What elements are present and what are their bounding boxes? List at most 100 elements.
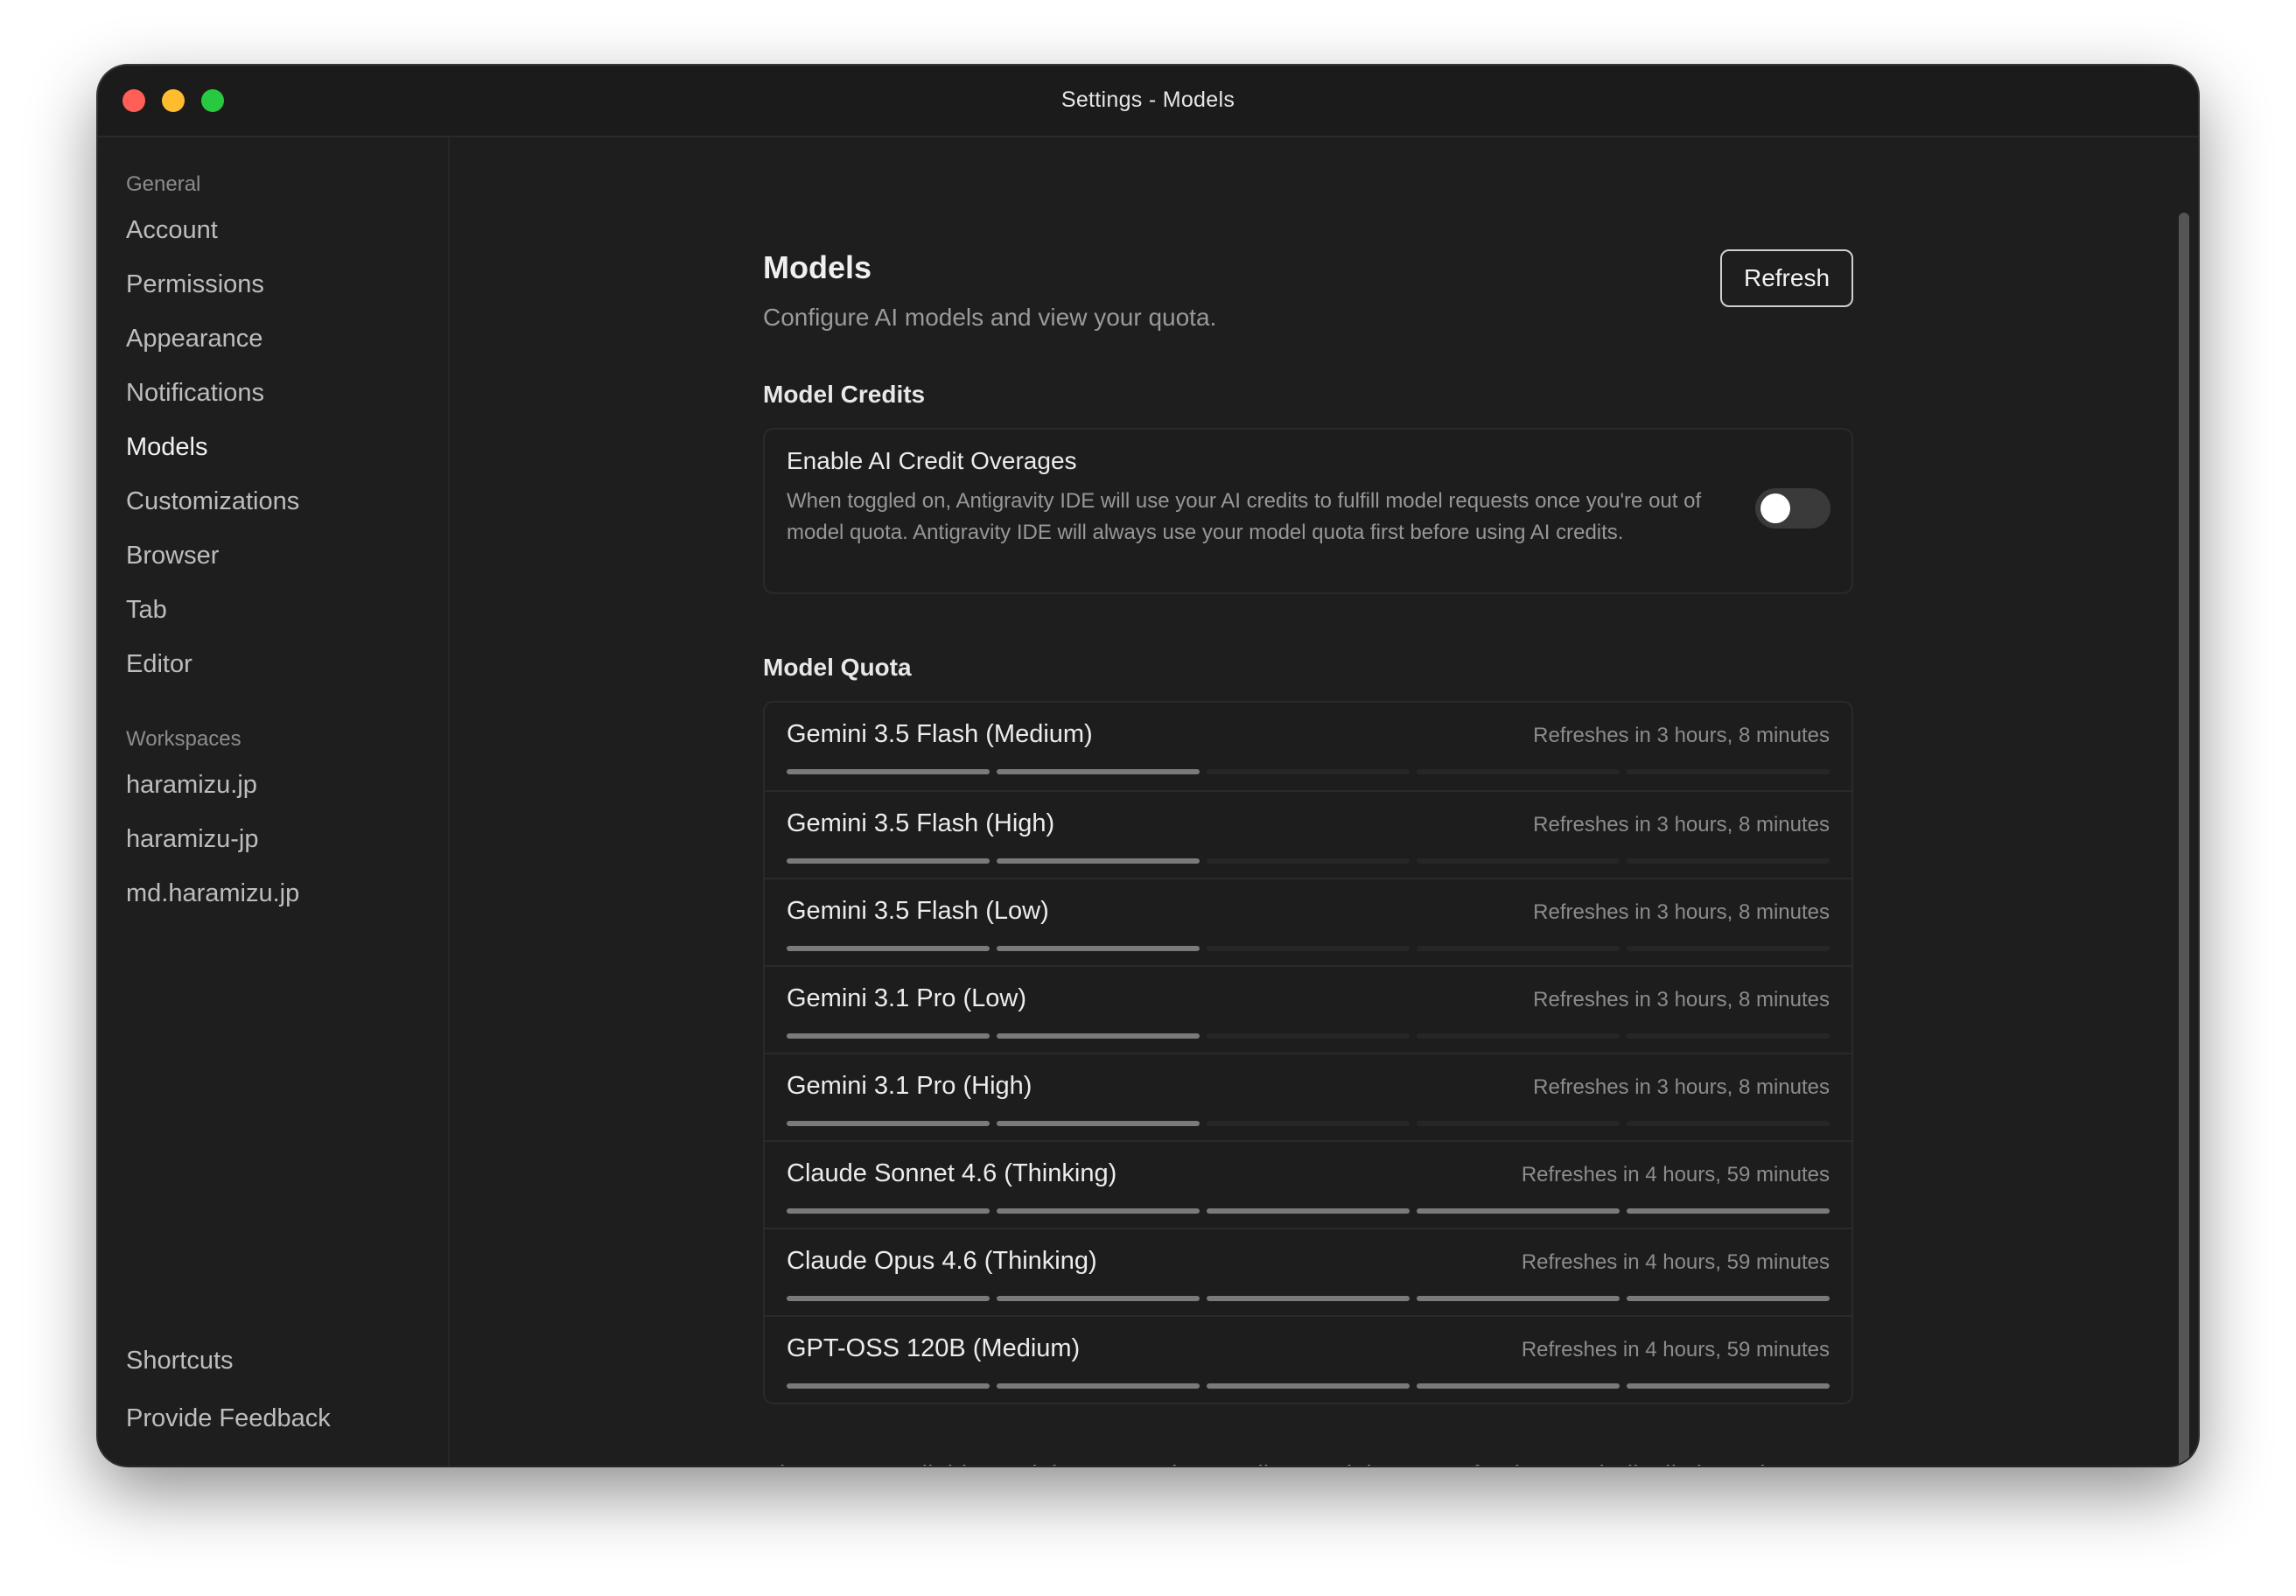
quota-bar xyxy=(787,1033,1830,1039)
quota-segment-empty xyxy=(1417,1121,1620,1126)
quota-segment-filled xyxy=(787,769,990,774)
quota-segment-filled xyxy=(787,1208,990,1214)
quota-bar xyxy=(787,1208,1830,1214)
sidebar-item-permissions[interactable]: Permissions xyxy=(126,270,264,299)
quota-refresh-time: Refreshes in 4 hours, 59 minutes xyxy=(1521,1338,1830,1362)
model-name: GPT-OSS 120B (Medium) xyxy=(787,1334,1081,1362)
sidebar-item-models[interactable]: Models xyxy=(126,433,208,462)
model-name: Gemini 3.1 Pro (Low) xyxy=(787,984,1026,1012)
sidebar-item-workspace[interactable]: haramizu-jp xyxy=(126,825,259,854)
quota-segment-filled xyxy=(787,858,990,864)
table-row: Gemini 3.5 Flash (High) Refreshes in 3 ho… xyxy=(765,790,1852,879)
quota-segment-filled xyxy=(787,1296,990,1301)
quota-segment-filled xyxy=(1417,1296,1620,1301)
quota-segment-filled xyxy=(997,858,1200,864)
sidebar-section-general: General xyxy=(126,172,201,196)
quota-segment-empty xyxy=(1207,946,1410,951)
credit-overages-toggle[interactable] xyxy=(1755,488,1830,528)
model-name: Gemini 3.5 Flash (High) xyxy=(787,809,1055,837)
quota-segment-empty xyxy=(1207,1033,1410,1039)
quota-segment-filled xyxy=(787,1033,990,1039)
quota-bar xyxy=(787,1121,1830,1126)
overage-title: Enable AI Credit Overages xyxy=(787,447,1077,474)
quota-refresh-time: Refreshes in 4 hours, 59 minutes xyxy=(1521,1163,1830,1186)
window-title: Settings - Models xyxy=(1060,88,1236,112)
model-quota-heading: Model Quota xyxy=(763,654,912,681)
quota-segment-empty xyxy=(1627,1033,1830,1039)
model-name: Gemini 3.5 Flash (Medium) xyxy=(787,720,1093,748)
quota-segment-empty xyxy=(1207,858,1410,864)
table-row: Gemini 3.1 Pro (Low) Refreshes in 3 hours… xyxy=(765,965,1852,1054)
quota-refresh-time: Refreshes in 3 hours, 8 minutes xyxy=(1533,1075,1830,1099)
quota-segment-filled xyxy=(787,946,990,951)
sidebar-item-account[interactable]: Account xyxy=(126,216,218,245)
refresh-button[interactable]: Refresh xyxy=(1720,249,1853,307)
quota-segment-empty xyxy=(1627,858,1830,864)
title-bar: Settings - Models xyxy=(98,66,2198,137)
page-subtitle: Configure AI models and view your quota. xyxy=(763,304,1217,331)
quota-segment-filled xyxy=(1627,1383,1830,1389)
quota-segment-filled xyxy=(997,1121,1200,1126)
sidebar-section-workspaces: Workspaces xyxy=(126,727,242,751)
quota-bar xyxy=(787,858,1830,864)
table-row: Claude Sonnet 4.6 (Thinking) Refreshes in… xyxy=(765,1140,1852,1229)
quota-segment-filled xyxy=(997,1296,1200,1301)
quota-bar xyxy=(787,769,1830,774)
toggle-knob xyxy=(1760,494,1790,523)
quota-segment-empty xyxy=(1417,946,1620,951)
quota-refresh-time: Refreshes in 3 hours, 8 minutes xyxy=(1533,900,1830,924)
quota-refresh-time: Refreshes in 3 hours, 8 minutes xyxy=(1533,988,1830,1012)
quota-segment-filled xyxy=(997,946,1200,951)
sidebar-item-shortcuts[interactable]: Shortcuts xyxy=(126,1347,234,1376)
quota-segment-filled xyxy=(1627,1296,1830,1301)
scrollbar[interactable] xyxy=(2179,213,2189,1466)
quota-segment-filled xyxy=(997,1383,1200,1389)
overage-description: When toggled on, Antigravity IDE will us… xyxy=(787,489,1702,544)
credit-overages-card: Enable AI Credit Overages When toggled o… xyxy=(763,428,1853,594)
sidebar-item-editor[interactable]: Editor xyxy=(126,650,192,679)
sidebar-item-workspace[interactable]: md.haramizu.jp xyxy=(126,879,299,908)
sidebar-item-customizations[interactable]: Customizations xyxy=(126,487,299,516)
quota-bar xyxy=(787,1383,1830,1389)
model-name: Gemini 3.5 Flash (Low) xyxy=(787,897,1049,925)
quota-segment-filled xyxy=(1417,1208,1620,1214)
quota-segment-empty xyxy=(1627,1121,1830,1126)
model-credits-heading: Model Credits xyxy=(763,381,926,408)
quota-segment-filled xyxy=(997,1208,1200,1214)
page-title: Models xyxy=(763,249,872,285)
sidebar-item-appearance[interactable]: Appearance xyxy=(126,325,262,354)
table-row: Gemini 3.5 Flash (Medium) Refreshes in 3 … xyxy=(765,703,1852,790)
quota-segment-empty xyxy=(1417,769,1620,774)
model-name: Gemini 3.1 Pro (High) xyxy=(787,1072,1032,1100)
sidebar-item-workspace[interactable]: haramizu.jp xyxy=(126,771,257,800)
model-name: Claude Sonnet 4.6 (Thinking) xyxy=(787,1159,1117,1187)
table-row: GPT-OSS 120B (Medium) Refreshes in 4 hour… xyxy=(765,1315,1852,1404)
quota-segment-filled xyxy=(997,1033,1200,1039)
quota-segment-empty xyxy=(1627,946,1830,951)
sidebar-item-notifications[interactable]: Notifications xyxy=(126,379,264,408)
quota-segment-filled xyxy=(787,1121,990,1126)
sidebar: General Account Permissions Appearance N… xyxy=(98,137,450,1466)
settings-window: Settings - Models General Account Permis… xyxy=(98,66,2198,1466)
quota-segment-filled xyxy=(1417,1383,1620,1389)
quota-segment-filled xyxy=(787,1383,990,1389)
sidebar-item-browser[interactable]: Browser xyxy=(126,542,219,570)
quota-segment-empty xyxy=(1417,1033,1620,1039)
quota-bar xyxy=(787,1296,1830,1301)
quota-refresh-time: Refreshes in 4 hours, 59 minutes xyxy=(1521,1250,1830,1274)
quota-segment-filled xyxy=(1207,1296,1410,1301)
quota-refresh-time: Refreshes in 3 hours, 8 minutes xyxy=(1533,724,1830,747)
sidebar-item-tab[interactable]: Tab xyxy=(126,596,167,625)
table-row: Gemini 3.1 Pro (High) Refreshes in 3 hour… xyxy=(765,1053,1852,1142)
table-row: Gemini 3.5 Flash (Low) Refreshes in 3 hou… xyxy=(765,878,1852,967)
quota-footer-text: View your available model quota and AI c… xyxy=(763,1457,1853,1466)
quota-segment-filled xyxy=(1627,1208,1830,1214)
quota-segment-empty xyxy=(1417,858,1620,864)
sidebar-item-provide-feedback[interactable]: Provide Feedback xyxy=(126,1404,331,1433)
quota-segment-empty xyxy=(1207,1121,1410,1126)
main-panel: Models Configure AI models and view your… xyxy=(450,137,2198,1466)
model-name: Claude Opus 4.6 (Thinking) xyxy=(787,1247,1097,1275)
quota-bar xyxy=(787,946,1830,951)
model-quota-card: Gemini 3.5 Flash (Medium) Refreshes in 3 … xyxy=(763,701,1853,1404)
table-row: Claude Opus 4.6 (Thinking) Refreshes in 4… xyxy=(765,1228,1852,1317)
